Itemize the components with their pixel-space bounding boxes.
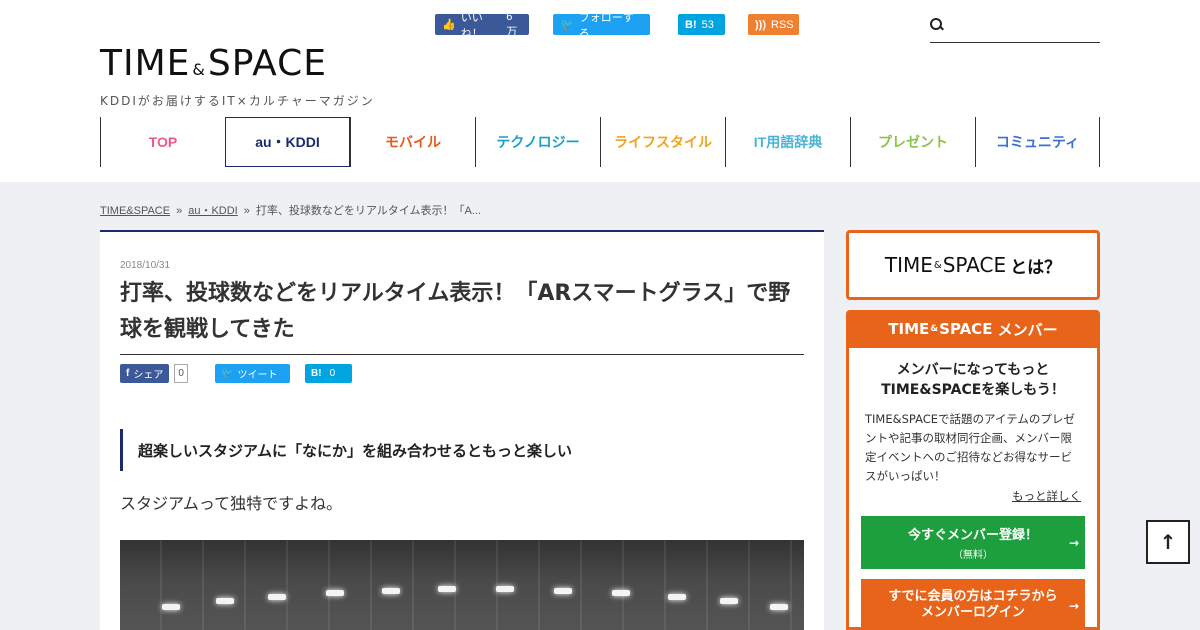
tweet-button[interactable]: 🐦 ツイート [215, 364, 290, 383]
nav-item-au-kddi[interactable]: au・KDDI [225, 117, 350, 167]
stadium-light [496, 586, 514, 592]
facebook-share-label: シェア [133, 370, 164, 381]
nav-item-technology[interactable]: テクノロジー [475, 117, 600, 167]
facebook-like-label: いいね！ [460, 11, 483, 40]
banner-ampersand: & [933, 259, 942, 271]
thumbs-up-icon: 👍 [442, 19, 456, 31]
twitter-follow-button[interactable]: 🐦 フォローする [553, 12, 650, 40]
stadium-light [668, 594, 686, 600]
stadium-light [382, 588, 400, 594]
nav-item-top[interactable]: TOP [100, 117, 225, 167]
twitter-follow-label: フォローする [578, 11, 634, 40]
member-header-ampersand: & [930, 324, 939, 334]
logo-tagline: KDDIがお届けするIT×カルチャーマガジン [100, 94, 375, 108]
nav-label: コミュニティ [995, 134, 1080, 150]
back-to-top-button[interactable]: ↑ [1146, 520, 1190, 564]
article-paragraph: スタジアムって独特ですよね。 [120, 494, 343, 513]
nav-item-community[interactable]: コミュニティ [975, 117, 1100, 167]
register-button[interactable]: 今すぐメンバー登録！ （無料） → [861, 516, 1085, 569]
nav-item-it-dictionary[interactable]: IT用語辞典 [725, 117, 850, 167]
facebook-icon: f [126, 368, 130, 379]
banner-suffix: とは？ [1010, 257, 1062, 278]
hatena-share-count: 0 [329, 368, 336, 379]
member-panel: TIME & SPACE メンバー メンバーになってもっと TIME&SPACEを楽… [846, 310, 1100, 630]
article-lead-heading: 超楽しいスタジアムに「なにか」を組み合わせるともっと楽しい [120, 429, 572, 471]
member-catch-line1: メンバーになってもっと [896, 362, 1050, 378]
rss-icon: ))) [755, 18, 766, 31]
site-header: 👍 いいね！ 6万 🐦 フォローする B! 53 ))) RSS TIME & … [0, 0, 1200, 182]
search-icon[interactable] [930, 18, 944, 32]
nav-label: ライフスタイル [614, 134, 712, 150]
rss-label: RSS [771, 18, 794, 31]
stadium-light [612, 590, 630, 596]
stadium-light [326, 590, 344, 596]
breadcrumb-category-link[interactable]: au・KDDI [188, 205, 238, 217]
breadcrumb-current: 打率、投球数などをリアルタイム表示！「A... [255, 205, 482, 217]
hatena-count: 53 [701, 18, 714, 31]
stadium-roof [120, 540, 804, 630]
stadium-light [216, 598, 234, 604]
hatena-icon: B! [685, 18, 697, 31]
logo-ampersand: & [192, 60, 206, 79]
register-sub-label: （無料） [953, 550, 993, 561]
stadium-light [162, 604, 180, 610]
arrow-right-icon: → [1068, 535, 1079, 550]
facebook-share-button[interactable]: f シェア 0 [120, 364, 188, 383]
facebook-like-count: 6万 [506, 10, 518, 38]
breadcrumb-separator: » [176, 205, 183, 217]
twitter-bird-icon: 🐦 [221, 368, 234, 379]
twitter-bird-icon: 🐦 [560, 19, 574, 31]
about-time-space-banner[interactable]: TIME & SPACE とは？ [846, 230, 1100, 300]
nav-label: TOP [148, 134, 178, 150]
nav-label: IT用語辞典 [753, 134, 823, 150]
banner-word-space: SPACE [942, 253, 1007, 277]
member-catchcopy: メンバーになってもっと TIME&SPACEを楽しもう！ [849, 360, 1097, 400]
stadium-light [720, 598, 738, 604]
hatena-icon: B! [311, 368, 322, 379]
login-label-line1: すでに会員の方はコチラから [888, 588, 1058, 604]
stadium-light [268, 594, 286, 600]
rss-button[interactable]: ))) RSS [748, 14, 799, 35]
hatena-share-button[interactable]: B! 0 [305, 364, 352, 383]
nav-label: au・KDDI [255, 134, 320, 150]
member-header-space: SPACE [939, 320, 993, 338]
hatena-bookmark-button[interactable]: B! 53 [678, 14, 725, 35]
arrow-up-icon: ↑ [1159, 530, 1177, 554]
global-nav: TOP au・KDDI モバイル テクノロジー ライフスタイル IT用語辞典 プ… [100, 117, 1100, 167]
tweet-label: ツイート [237, 370, 278, 381]
nav-label: プレゼント [878, 134, 948, 150]
article-card: 2018/10/31 打率、投球数などをリアルタイム表示！「ARスマートグラス」… [100, 230, 824, 630]
site-logo[interactable]: TIME & SPACE KDDIがお届けするIT×カルチャーマガジン [100, 44, 375, 109]
nav-item-lifestyle[interactable]: ライフスタイル [600, 117, 725, 167]
member-description: TIME&SPACEで話題のアイテムのプレゼントや記事の取材同行企画、メンバー限… [865, 412, 1075, 483]
breadcrumb-home-link[interactable]: TIME&SPACE [100, 205, 170, 217]
member-catch-line2: TIME&SPACEを楽しもう！ [881, 382, 1065, 398]
member-header-time: TIME [888, 320, 930, 338]
facebook-share-count: 0 [174, 364, 188, 383]
member-login-button[interactable]: すでに会員の方はコチラから メンバーログイン → [861, 579, 1085, 630]
member-more-link[interactable]: もっと詳しく [849, 488, 1097, 504]
arrow-right-icon: → [1068, 598, 1079, 613]
logo-word-time: TIME [100, 43, 191, 84]
facebook-like-button[interactable]: 👍 いいね！ 6万 [435, 11, 529, 40]
banner-word-time: TIME [884, 253, 933, 277]
stadium-light [770, 604, 788, 610]
member-panel-header: TIME & SPACE メンバー [849, 310, 1097, 348]
login-label-line2: メンバーログイン [920, 604, 1025, 620]
stadium-light [438, 586, 456, 592]
member-header-suffix: メンバー [992, 320, 1058, 339]
article-date: 2018/10/31 [120, 260, 171, 271]
breadcrumb-separator: » [243, 205, 250, 217]
breadcrumb: TIME&SPACE » au・KDDI » 打率、投球数などをリアルタイム表示！「A.… [100, 202, 481, 218]
nav-label: テクノロジー [496, 134, 580, 150]
stadium-photo [120, 540, 804, 630]
register-main-label: 今すぐメンバー登録！ [907, 528, 1038, 543]
nav-label: モバイル [385, 134, 441, 150]
stadium-light [554, 588, 572, 594]
logo-word-space: SPACE [207, 43, 328, 84]
article-title: 打率、投球数などをリアルタイム表示！「ARスマートグラス」で野球を観戦してきた [120, 276, 804, 355]
search-input[interactable] [930, 14, 1100, 43]
nav-item-mobile[interactable]: モバイル [350, 117, 475, 167]
nav-item-present[interactable]: プレゼント [850, 117, 975, 167]
